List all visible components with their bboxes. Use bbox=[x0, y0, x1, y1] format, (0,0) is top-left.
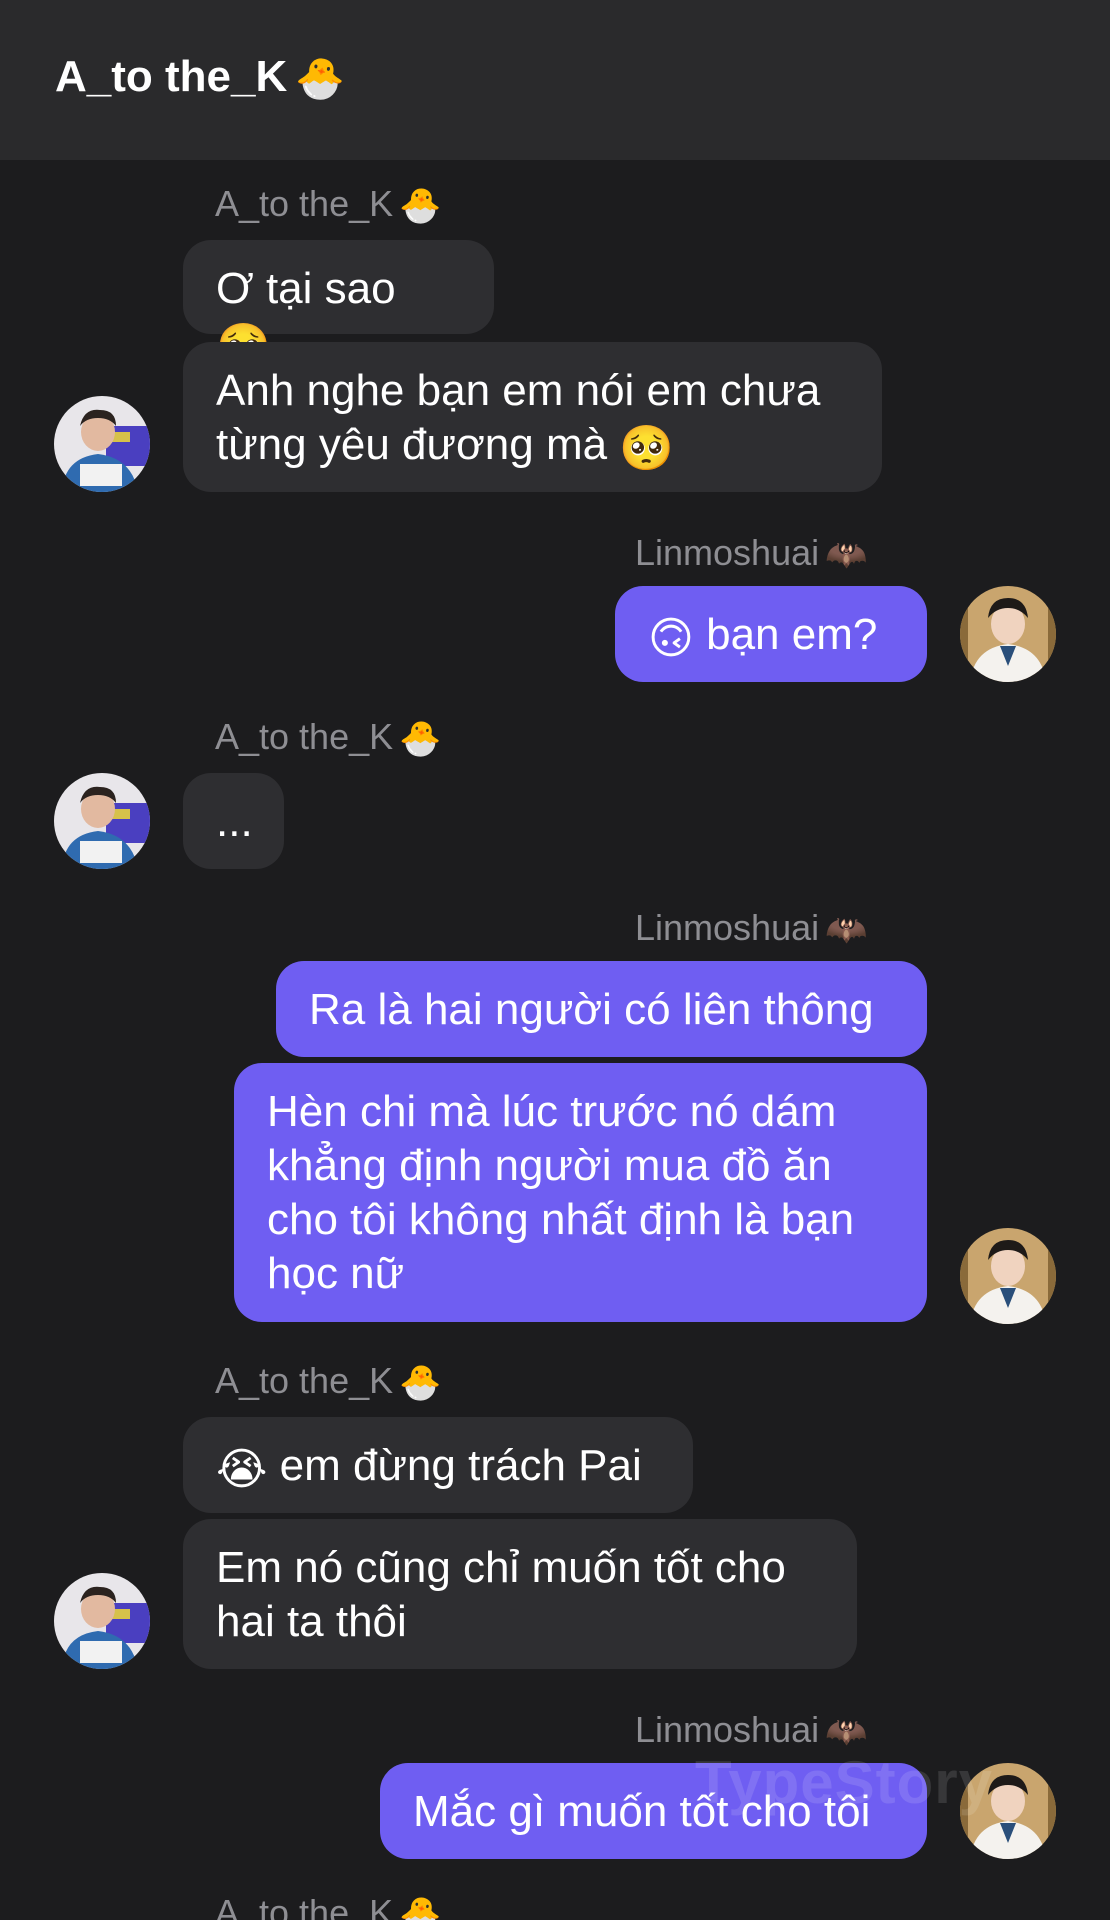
hatching-chick-emoji-icon: 🐣 bbox=[399, 1363, 442, 1404]
avatar-a-to-the-k[interactable] bbox=[54, 396, 150, 492]
message-text-line: hai ta thôi bbox=[216, 1597, 407, 1646]
pleading-face-emoji-icon: 🥺 bbox=[619, 423, 675, 474]
avatar-a-to-the-k[interactable] bbox=[54, 773, 150, 869]
avatar-image bbox=[54, 1573, 150, 1669]
sender-name: A_to the_K 🐣 bbox=[215, 1360, 442, 1404]
message-bubble-incoming[interactable]: Anh nghe bạn em nói em chưa từng yêu đươn… bbox=[183, 342, 882, 492]
message-text: ... bbox=[216, 797, 253, 846]
avatar-a-to-the-k[interactable] bbox=[54, 1573, 150, 1669]
avatar-linmoshuai[interactable] bbox=[960, 1228, 1056, 1324]
chat-title-text: A_to the_K bbox=[55, 52, 288, 101]
sender-name: A_to the_K 🐣 bbox=[215, 1892, 441, 1920]
message-text-line: Hèn chi mà lúc trước nó dám bbox=[267, 1087, 837, 1136]
message-bubble-outgoing[interactable]: Ra là hai người có liên thông bbox=[276, 961, 927, 1057]
avatar-image bbox=[960, 586, 1056, 682]
message-text-line: cho tôi không nhất định là bạn bbox=[267, 1195, 855, 1244]
message-bubble-incoming[interactable]: 😭 em đừng trách Pai bbox=[183, 1417, 693, 1513]
message-text-line: Em nó cũng chỉ muốn tốt cho bbox=[216, 1543, 786, 1592]
sender-name: A_to the_K 🐣 bbox=[215, 716, 442, 760]
message-bubble-outgoing[interactable]: Hèn chi mà lúc trước nó dám khẳng định ng… bbox=[234, 1063, 927, 1322]
hatching-chick-emoji-icon: 🐣 bbox=[399, 186, 442, 227]
message-text-line: khẳng định người mua đồ ăn bbox=[267, 1141, 832, 1190]
bat-emoji-icon: 🦇 bbox=[825, 910, 868, 951]
message-text: em đừng trách Pai bbox=[279, 1441, 642, 1490]
bat-emoji-icon: 🦇 bbox=[825, 1712, 868, 1753]
hatching-chick-emoji-icon: 🐣 bbox=[399, 1895, 442, 1920]
avatar-image bbox=[54, 396, 150, 492]
message-bubble-incoming[interactable]: ... bbox=[183, 773, 284, 869]
sender-name: Linmoshuai 🦇 bbox=[635, 1709, 868, 1753]
message-text-line: Anh nghe bạn em nói em chưa bbox=[216, 366, 821, 415]
message-text: Ra là hai người có liên thông bbox=[309, 985, 874, 1034]
chat-header: A_to the_K 🐣 bbox=[0, 0, 1110, 160]
chat-screen: A_to the_K🐣 A_to the_K🐣 Ơ tại sao 🥺 Anh … bbox=[0, 0, 1110, 1920]
avatar-image bbox=[54, 773, 150, 869]
message-text: bạn em? bbox=[706, 610, 878, 659]
typestory-watermark: TypeStory bbox=[695, 1749, 993, 1816]
sender-name: Linmoshuai 🦇 bbox=[635, 907, 868, 951]
hatching-chick-emoji-icon: 🐣 bbox=[295, 56, 346, 103]
avatar-linmoshuai[interactable] bbox=[960, 586, 1056, 682]
hatching-chick-emoji-icon: 🐣 bbox=[399, 719, 442, 760]
message-text-line: từng yêu đương mà bbox=[216, 420, 608, 469]
message-text-line: học nữ bbox=[267, 1249, 405, 1298]
sender-name: A_to the_K 🐣 bbox=[215, 183, 442, 227]
message-bubble-outgoing[interactable]: 🙃 bạn em? bbox=[615, 586, 927, 682]
bat-emoji-icon: 🦇 bbox=[825, 535, 868, 576]
upside-down-face-emoji-icon: 🙃 bbox=[648, 613, 694, 664]
message-bubble-incoming[interactable]: Ơ tại sao 🥺 bbox=[183, 240, 494, 369]
avatar-image bbox=[960, 1228, 1056, 1324]
message-text: Ơ tại sao bbox=[216, 264, 396, 313]
message-bubble-incoming[interactable]: Em nó cũng chỉ muốn tốt cho hai ta thôi bbox=[183, 1519, 857, 1669]
loudly-crying-face-emoji-icon: 😭 bbox=[216, 1444, 268, 1495]
sender-name: Linmoshuai 🦇 bbox=[635, 532, 868, 576]
chat-title[interactable]: A_to the_K 🐣 bbox=[55, 52, 345, 102]
